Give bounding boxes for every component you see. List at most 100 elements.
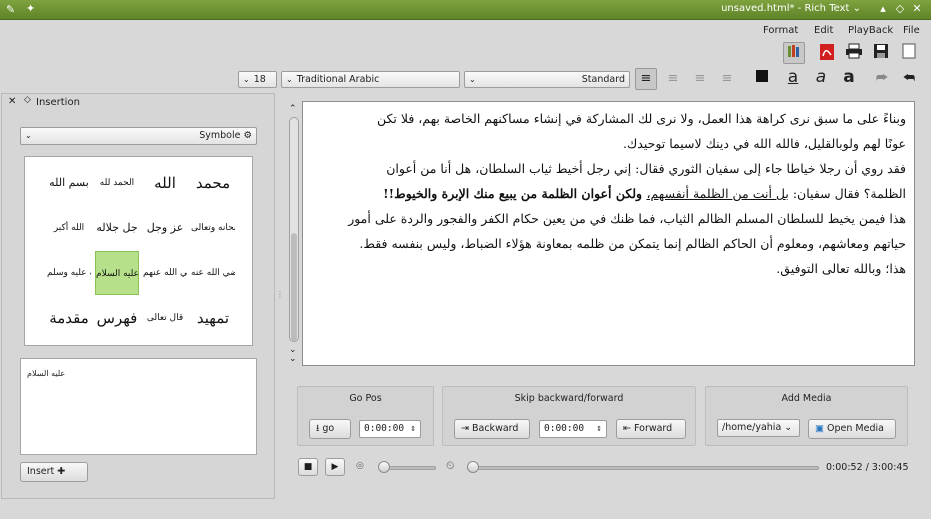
chevron-down-icon: ⌄: [784, 422, 793, 433]
rich-text-editor[interactable]: وبناءً على ما سبق نرى كراهة هذا العمل، و…: [302, 101, 915, 366]
spin-arrows-icon[interactable]: ⇕: [410, 421, 416, 437]
new-document-icon[interactable]: [898, 42, 920, 64]
maximize-icon[interactable]: ◇: [893, 2, 907, 16]
italic-icon[interactable]: a: [810, 66, 832, 88]
go-pos-title: Go Pos: [349, 393, 382, 404]
symbol-cell[interactable]: الله: [143, 161, 187, 205]
title-bar: ✎ ✦ unsaved.html* - Rich Text ⌄ ▴ ◇ ✕: [0, 0, 931, 20]
position-knob[interactable]: [466, 461, 479, 473]
skip-title: Skip backward/forward: [514, 393, 624, 404]
plus-icon: ✚: [57, 466, 66, 477]
insert-button[interactable]: Insert ✚: [20, 462, 88, 482]
float-panel-icon[interactable]: ◇: [24, 95, 31, 105]
skip-forward-icon: ⇤: [623, 423, 631, 434]
menu-playback[interactable]: PlayBack: [848, 25, 893, 36]
font-family-combo[interactable]: ⌄ Traditional Arabic: [281, 71, 460, 88]
editor-scrollbar[interactable]: [289, 117, 299, 342]
close-panel-icon[interactable]: ✕: [8, 96, 16, 107]
symbol-cell[interactable]: فهرس: [95, 296, 139, 340]
menu-file[interactable]: File: [903, 25, 920, 36]
editor-scroll-down-icon-2[interactable]: ⌄: [289, 354, 297, 364]
library-icon[interactable]: [783, 42, 805, 64]
editor-line: وبناءً على ما سبق نرى كراهة هذا العمل، و…: [377, 111, 906, 126]
symbol-cell[interactable]: الحمد لله: [95, 161, 139, 205]
undo-icon[interactable]: ⮪: [898, 68, 920, 90]
symbol-cell[interactable]: جل جلاله: [95, 206, 139, 250]
time-position: 0:00:52 / 3:00:45: [826, 462, 909, 473]
chevron-down-icon: ⌄: [25, 131, 32, 140]
underline-icon[interactable]: a: [782, 66, 804, 88]
speed-icon: ⏲: [446, 459, 455, 472]
editor-scroll-up-icon[interactable]: ⌃: [289, 104, 297, 114]
stop-button[interactable]: ■: [298, 458, 318, 476]
close-icon[interactable]: ✕: [910, 2, 924, 16]
add-media-group: Add Media /home/yahia ⌄ ▣ Open Media: [705, 386, 908, 446]
save-icon[interactable]: [870, 42, 892, 64]
app-icon[interactable]: ✎: [6, 3, 15, 16]
style-combo[interactable]: ⌄ Standard: [464, 71, 630, 88]
font-size-combo[interactable]: ⌄ 18: [238, 71, 277, 88]
media-file-icon: ▣: [815, 423, 824, 434]
align-center-icon[interactable]: ≡: [689, 68, 711, 90]
symbol-cell[interactable]: عليه السلام: [95, 251, 139, 295]
panel-title: Insertion: [36, 97, 80, 108]
minimize-icon[interactable]: ▴: [876, 2, 890, 16]
editor-line: الظلمة؟ فقال سفيان: بل أنت من الظلمة أنف…: [311, 181, 906, 206]
backward-button[interactable]: ⇥ Backward: [454, 419, 530, 439]
go-time-spinbox[interactable]: 0:00:00 ⇕: [359, 420, 421, 438]
preview-symbol: عليه السلام: [27, 369, 66, 378]
editor-line: هذا؛ وبالله تعالى التوفيق.: [776, 261, 906, 276]
go-button[interactable]: ⭳ go: [309, 419, 351, 439]
media-path-combo[interactable]: /home/yahia ⌄: [717, 419, 800, 437]
text-color-icon[interactable]: [751, 68, 773, 90]
editor-line: هذا فيمن يخيط للسلطان المسلم الظالم الثي…: [348, 211, 906, 226]
symbol-cell[interactable]: الله أكبر: [47, 206, 91, 250]
bold-icon[interactable]: a: [838, 66, 860, 88]
symbol-preview: عليه السلام: [20, 358, 257, 455]
align-justify-icon[interactable]: ≡: [635, 68, 657, 90]
splitter-handle[interactable]: ⋮: [276, 290, 284, 299]
play-button[interactable]: ▶: [325, 458, 345, 476]
chevron-down-icon: ⌄: [243, 75, 250, 84]
add-media-title: Add Media: [781, 393, 832, 404]
position-slider[interactable]: [467, 466, 819, 470]
symbol-cell[interactable]: سبحانه وتعالى: [191, 206, 235, 250]
skip-backward-icon: ⇥: [461, 423, 469, 434]
redo-icon[interactable]: ⮫: [871, 68, 893, 90]
symbol-category-combo[interactable]: ⌄ Symbole ⚙: [20, 127, 257, 145]
spin-arrows-icon[interactable]: ⇕: [596, 421, 602, 437]
chevron-down-icon: ⌄: [469, 75, 476, 84]
symbol-cell[interactable]: محمد: [191, 161, 235, 205]
symbol-cell[interactable]: مقدمة: [47, 296, 91, 340]
volume-knob[interactable]: [378, 461, 390, 473]
underlined-text: بل أنت من الظلمة أنفسهم،: [646, 186, 789, 201]
symbol-cell[interactable]: رضي الله عنه: [191, 251, 235, 295]
skip-group: Skip backward/forward ⇥ Backward 0:00:00…: [442, 386, 696, 446]
symbol-cell[interactable]: رضي الله عنهم: [143, 251, 187, 295]
editor-line: فقد روي أن رجلا خياطا جاء إلى سفيان الثو…: [386, 161, 906, 176]
gear-icon: ⚙: [243, 130, 252, 141]
menu-edit[interactable]: Edit: [814, 25, 833, 36]
volume-icon: ◎: [356, 461, 364, 471]
skip-time-spinbox[interactable]: 0:00:00 ⇕: [539, 420, 607, 438]
editor-line: عونًا لهم ولوبالقليل، فالله الله في دينك…: [623, 136, 906, 151]
export-pdf-icon[interactable]: [816, 42, 838, 64]
symbol-cell[interactable]: صلى الله عليه وسلم: [47, 251, 91, 295]
symbol-cell[interactable]: تمهيد: [191, 296, 235, 340]
print-icon[interactable]: [843, 42, 865, 64]
editor-line-text: الظلمة؟ فقال سفيان:: [788, 186, 906, 201]
download-icon: ⭳: [316, 423, 320, 434]
menu-format[interactable]: Format: [763, 25, 798, 36]
go-pos-group: Go Pos ⭳ go 0:00:00 ⇕: [297, 386, 434, 446]
window-title: unsaved.html* - Rich Text ⌄: [721, 3, 861, 14]
forward-button[interactable]: ⇤ Forward: [616, 419, 686, 439]
symbol-cell[interactable]: بسم الله: [47, 161, 91, 205]
align-right-icon[interactable]: ≡: [662, 68, 684, 90]
symbol-cell[interactable]: عز وجل: [143, 206, 187, 250]
chevron-down-icon: ⌄: [286, 75, 293, 84]
pin-icon[interactable]: ✦: [26, 2, 35, 15]
symbol-cell[interactable]: قال تعالى: [143, 296, 187, 340]
align-left-icon[interactable]: ≡: [716, 68, 738, 90]
open-media-button[interactable]: ▣ Open Media: [808, 419, 896, 439]
editor-line: حياتهم ومعاشهم، ومعلوم أن الحاكم الظالم …: [359, 236, 906, 251]
